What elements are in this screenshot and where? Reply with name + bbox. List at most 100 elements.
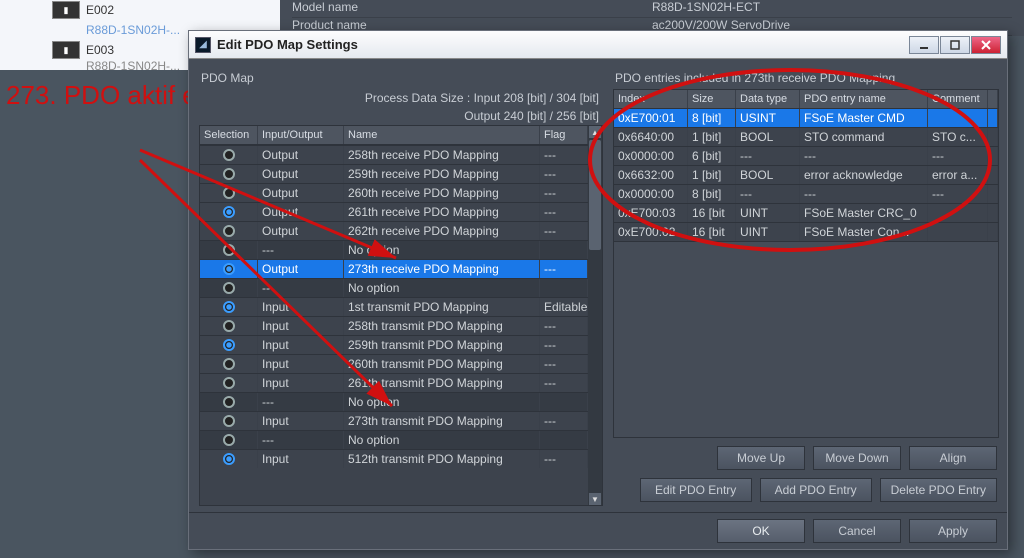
flag-cell: --- (540, 146, 588, 164)
name-cell: 273th receive PDO Mapping (344, 260, 540, 278)
entry-size: 1 [bit] (688, 166, 736, 184)
entry-type: --- (736, 147, 800, 165)
edit-pdo-entry-button[interactable]: Edit PDO Entry (640, 478, 752, 502)
apply-button[interactable]: Apply (909, 519, 997, 543)
selection-radio[interactable] (200, 184, 258, 202)
table-row[interactable]: 0x0000:00 6 [bit] --- --- --- (614, 146, 998, 165)
io-cell: Output (258, 203, 344, 221)
flag-cell (540, 431, 588, 449)
table-row[interactable]: Input 261th transmit PDO Mapping --- (200, 373, 602, 392)
table-row[interactable]: Input 260th transmit PDO Mapping --- (200, 354, 602, 373)
entries-table[interactable]: Index Size Data type PDO entry name Comm… (613, 89, 999, 242)
ok-button[interactable]: OK (717, 519, 805, 543)
io-cell: Output (258, 260, 344, 278)
selection-radio[interactable] (200, 298, 258, 316)
table-row[interactable]: 0xE700:03 16 [bit UINT FSoE Master CRC_0 (614, 203, 998, 222)
flag-cell: Editable (540, 298, 588, 316)
add-pdo-entry-button[interactable]: Add PDO Entry (760, 478, 872, 502)
table-row[interactable]: Input 1st transmit PDO Mapping Editable (200, 297, 602, 316)
selection-radio[interactable] (200, 279, 258, 297)
close-button[interactable] (971, 36, 1001, 54)
table-row[interactable]: Input 258th transmit PDO Mapping --- (200, 316, 602, 335)
scrollbar-vertical[interactable]: ▲ ▼ (588, 126, 602, 505)
selection-radio[interactable] (200, 203, 258, 221)
entry-name: STO command (800, 128, 928, 146)
table-row[interactable]: Output 259th receive PDO Mapping --- (200, 164, 602, 183)
name-cell: 259th receive PDO Mapping (344, 165, 540, 183)
table-row[interactable]: --- No option (200, 278, 602, 297)
entry-comment: error a... (928, 166, 988, 184)
flag-cell: --- (540, 355, 588, 373)
table-row[interactable]: Output 262th receive PDO Mapping --- (200, 221, 602, 240)
selection-radio[interactable] (200, 241, 258, 259)
flag-cell: --- (540, 450, 588, 468)
selection-radio[interactable] (200, 412, 258, 430)
entry-size: 16 [bit (688, 204, 736, 222)
table-row[interactable]: Output 261th receive PDO Mapping --- (200, 202, 602, 221)
entry-comment: STO c... (928, 128, 988, 146)
selection-radio[interactable] (200, 260, 258, 278)
entry-index: 0x6632:00 (614, 166, 688, 184)
name-cell: No option (344, 241, 540, 259)
selection-radio[interactable] (200, 393, 258, 411)
move-down-button[interactable]: Move Down (813, 446, 901, 470)
selection-radio[interactable] (200, 336, 258, 354)
flag-cell: --- (540, 336, 588, 354)
table-row[interactable]: 0xE700:02 16 [bit UINT FSoE Master Con..… (614, 222, 998, 241)
table-row[interactable]: 0xE700:01 8 [bit] USINT FSoE Master CMD (614, 108, 998, 127)
flag-cell: --- (540, 165, 588, 183)
selection-radio[interactable] (200, 355, 258, 373)
device-icon: ▮ (52, 1, 80, 19)
selection-radio[interactable] (200, 374, 258, 392)
pdo-map-table[interactable]: Selection Input/Output Name Flag Output … (199, 125, 603, 506)
entry-type: UINT (736, 223, 800, 241)
selection-radio[interactable] (200, 165, 258, 183)
button-row-2: Edit PDO Entry Add PDO Entry Delete PDO … (613, 474, 999, 506)
table-row[interactable]: --- No option (200, 430, 602, 449)
selection-radio[interactable] (200, 450, 258, 468)
name-cell: 260th receive PDO Mapping (344, 184, 540, 202)
io-cell: Input (258, 336, 344, 354)
tree-row[interactable]: ▮ E002 (0, 0, 280, 20)
entry-name: FSoE Master CMD (800, 109, 928, 127)
tree-row-sub[interactable]: R88D-1SN02H-... (0, 56, 188, 76)
table-row[interactable]: Input 259th transmit PDO Mapping --- (200, 335, 602, 354)
align-button[interactable]: Align (909, 446, 997, 470)
entries-title: PDO entries included in 273th receive PD… (613, 67, 999, 89)
maximize-button[interactable] (940, 36, 970, 54)
table-row[interactable]: Input 512th transmit PDO Mapping --- (200, 449, 602, 468)
dialog-titlebar[interactable]: ◢ Edit PDO Map Settings (189, 31, 1007, 59)
table-row[interactable]: Output 258th receive PDO Mapping --- (200, 145, 602, 164)
device-slot: E003 (86, 43, 114, 57)
entry-name: --- (800, 185, 928, 203)
table-row[interactable]: 0x6632:00 1 [bit] BOOL error acknowledge… (614, 165, 998, 184)
entry-index: 0xE700:02 (614, 223, 688, 241)
minimize-button[interactable] (909, 36, 939, 54)
entry-name: FSoE Master Con... (800, 223, 928, 241)
scroll-thumb[interactable] (589, 140, 601, 250)
name-cell: 259th transmit PDO Mapping (344, 336, 540, 354)
prop-value: R88D-1SN02H-ECT (652, 0, 1012, 18)
selection-radio[interactable] (200, 146, 258, 164)
delete-pdo-entry-button[interactable]: Delete PDO Entry (880, 478, 997, 502)
selection-radio[interactable] (200, 317, 258, 335)
selection-radio[interactable] (200, 431, 258, 449)
selection-radio[interactable] (200, 222, 258, 240)
table-row[interactable]: --- No option (200, 240, 602, 259)
table-row[interactable]: 0x6640:00 1 [bit] BOOL STO command STO c… (614, 127, 998, 146)
name-cell: 262th receive PDO Mapping (344, 222, 540, 240)
table-row[interactable]: Output 260th receive PDO Mapping --- (200, 183, 602, 202)
table-row[interactable]: 0x0000:00 8 [bit] --- --- --- (614, 184, 998, 203)
cancel-button[interactable]: Cancel (813, 519, 901, 543)
move-up-button[interactable]: Move Up (717, 446, 805, 470)
scroll-down-button[interactable]: ▼ (589, 493, 601, 505)
table-row[interactable]: Input 273th transmit PDO Mapping --- (200, 411, 602, 430)
prop-label: Model name (292, 0, 652, 18)
scroll-up-button[interactable]: ▲ (589, 126, 601, 138)
io-cell: --- (258, 279, 344, 297)
button-row-1: Move Up Move Down Align (613, 442, 999, 474)
table-row[interactable]: --- No option (200, 392, 602, 411)
entry-size: 6 [bit] (688, 147, 736, 165)
entry-type: BOOL (736, 128, 800, 146)
table-row[interactable]: Output 273th receive PDO Mapping --- (200, 259, 602, 278)
